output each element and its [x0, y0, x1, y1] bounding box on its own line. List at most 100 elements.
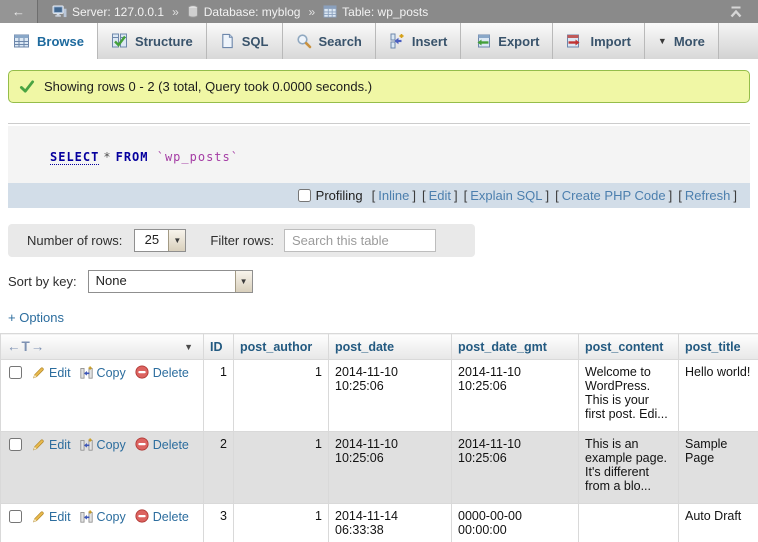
transpose-icon[interactable]: ←T→	[7, 339, 45, 354]
explain-sql-link[interactable]: Explain SQL	[470, 188, 542, 203]
search-icon	[296, 33, 312, 49]
tab-browse[interactable]: Browse	[0, 23, 98, 59]
cell-id: 3	[204, 504, 234, 542]
sort-row: Sort by key: None ▼	[8, 270, 758, 293]
tab-export[interactable]: Export	[461, 23, 553, 59]
insert-icon	[389, 33, 405, 49]
tab-structure[interactable]: Structure	[98, 23, 207, 59]
sql-footer: Profiling [Inline] [Edit] [Explain SQL] …	[8, 183, 750, 208]
tab-label: Search	[319, 34, 362, 49]
edit-query-link[interactable]: Edit	[429, 188, 451, 203]
cell-post-date: 2014-11-10 10:25:06	[329, 360, 452, 432]
structure-icon	[111, 33, 128, 49]
cell-post-author: 1	[234, 432, 329, 504]
row-controls-bar: Number of rows: 25 ▼ Filter rows:	[8, 224, 475, 257]
row-checkbox[interactable]	[9, 438, 22, 451]
number-of-rows-select[interactable]: 25 ▼	[134, 229, 186, 252]
column-header-post-content[interactable]: post_content	[579, 334, 679, 360]
tab-label: Insert	[412, 34, 447, 49]
row-actions-cell: Edit Copy Delete	[1, 360, 204, 432]
row-checkbox[interactable]	[9, 510, 22, 523]
breadcrumb-database[interactable]: Database: myblog	[204, 5, 301, 19]
edit-row-link[interactable]: Edit	[49, 366, 71, 380]
delete-row-link[interactable]: Delete	[153, 510, 189, 524]
tab-search[interactable]: Search	[283, 23, 376, 59]
export-icon	[474, 33, 491, 49]
copy-icon	[80, 366, 93, 382]
cell-post-content: Welcome to WordPress. This is your first…	[579, 360, 679, 432]
inline-link[interactable]: Inline	[378, 188, 409, 203]
breadcrumb-separator: »	[308, 5, 315, 19]
edit-row-link[interactable]: Edit	[49, 510, 71, 524]
delete-row-link[interactable]: Delete	[153, 366, 189, 380]
bracket: ]	[454, 188, 458, 203]
profiling-checkbox[interactable]	[298, 189, 311, 202]
copy-row-link[interactable]: Copy	[97, 510, 126, 524]
breadcrumb-server[interactable]: Server: 127.0.0.1	[72, 5, 164, 19]
database-icon	[187, 5, 199, 18]
column-header-id[interactable]: ID	[204, 334, 234, 360]
column-header-post-date[interactable]: post_date	[329, 334, 452, 360]
pencil-icon	[32, 510, 45, 526]
status-message: Showing rows 0 - 2 (3 total, Query took …	[8, 70, 750, 103]
delete-icon	[135, 509, 149, 526]
table-row: EditCopyDelete 3 1 2014-11-14 06:33:38 0…	[1, 504, 758, 542]
column-header-post-title[interactable]: post_title	[679, 334, 758, 360]
cell-post-title: Hello world!	[679, 360, 758, 432]
import-icon	[566, 33, 583, 49]
options-row: + Options	[8, 310, 758, 325]
edit-row-link[interactable]: Edit	[49, 438, 71, 452]
row-actions-cell: Edit Copy Delete	[1, 504, 204, 542]
tab-import[interactable]: Import	[553, 23, 644, 59]
column-header-post-author[interactable]: post_author	[234, 334, 329, 360]
back-arrow-icon: ←	[12, 4, 25, 19]
tab-more[interactable]: ▼ More	[645, 23, 719, 59]
bracket: ]	[733, 188, 737, 203]
column-visibility-dropdown-icon[interactable]: ▼	[184, 342, 193, 352]
bracket: ]	[669, 188, 673, 203]
breadcrumb-table[interactable]: Table: wp_posts	[342, 5, 428, 19]
copy-row-link[interactable]: Copy	[97, 438, 126, 452]
delete-row-link[interactable]: Delete	[153, 438, 189, 452]
tab-label: Export	[498, 34, 539, 49]
filter-rows-label: Filter rows:	[210, 233, 274, 248]
filter-rows-input[interactable]	[284, 229, 436, 252]
sort-by-key-label: Sort by key:	[8, 274, 77, 289]
table-row: EditCopyDelete 1 1 2014-11-10 10:25:06 2…	[1, 360, 758, 432]
sql-keyword-select[interactable]: SELECT	[50, 150, 99, 165]
sql-table-name: `wp_posts`	[157, 150, 239, 164]
pencil-icon	[32, 366, 45, 382]
bracket: [	[555, 188, 559, 203]
back-button[interactable]: ←	[0, 0, 38, 23]
profiling-label[interactable]: Profiling	[316, 188, 363, 203]
copy-row-link[interactable]: Copy	[97, 366, 126, 380]
options-toggle-link[interactable]: + Options	[8, 310, 64, 325]
results-table: ←T→ ▼ ID post_author post_date post_date…	[0, 333, 758, 542]
cell-post-content: This is an example page. It's different …	[579, 432, 679, 504]
row-checkbox[interactable]	[9, 366, 22, 379]
tab-label: Import	[590, 34, 630, 49]
cell-post-date: 2014-11-14 06:33:38	[329, 504, 452, 542]
bracket: [	[422, 188, 426, 203]
chevron-down-icon: ▼	[173, 236, 181, 245]
select-arrow-button[interactable]: ▼	[235, 271, 252, 292]
corner-header-cell: ←T→ ▼	[1, 334, 204, 360]
tab-sql[interactable]: SQL	[207, 23, 283, 59]
refresh-link[interactable]: Refresh	[685, 188, 731, 203]
create-php-code-link[interactable]: Create PHP Code	[562, 188, 666, 203]
browse-icon	[13, 33, 30, 49]
sort-by-key-select[interactable]: None ▼	[88, 270, 253, 293]
tab-label: More	[674, 34, 705, 49]
bracket: [	[464, 188, 468, 203]
success-check-icon	[19, 79, 35, 94]
sql-star: *	[103, 150, 111, 164]
cell-post-title: Sample Page	[679, 432, 758, 504]
bracket: [	[678, 188, 682, 203]
select-arrow-button[interactable]: ▼	[168, 230, 185, 251]
collapse-icon[interactable]	[728, 6, 744, 18]
tab-insert[interactable]: Insert	[376, 23, 461, 59]
bracket: ]	[412, 188, 416, 203]
sql-section: SELECT*FROM `wp_posts` Profiling [Inline…	[8, 123, 750, 208]
table-row: EditCopyDelete 2 1 2014-11-10 10:25:06 2…	[1, 432, 758, 504]
column-header-post-date-gmt[interactable]: post_date_gmt	[452, 334, 579, 360]
